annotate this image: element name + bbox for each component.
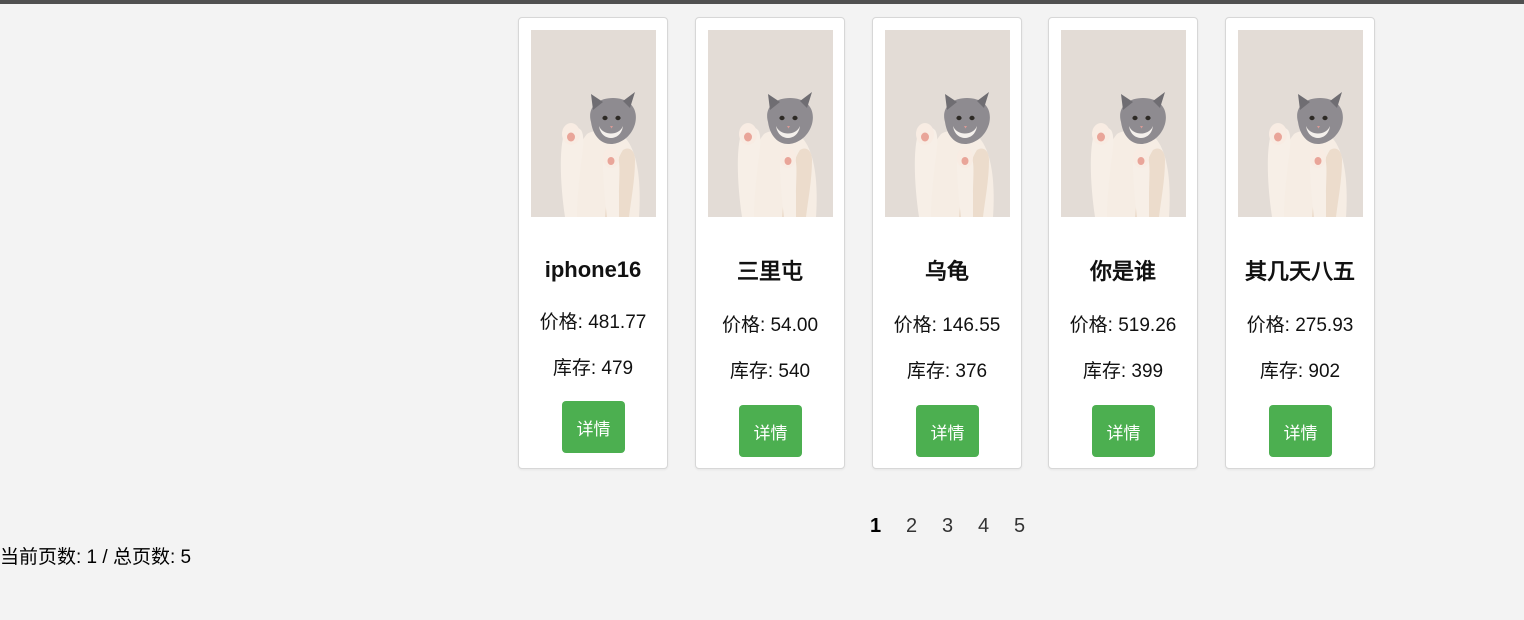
product-card: 三里屯 价格: 54.00 库存: 540 详情 — [695, 17, 845, 469]
product-name: 你是谁 — [1089, 259, 1156, 284]
product-name: 其几天八五 — [1244, 259, 1355, 284]
product-stock: 库存: 540 — [729, 361, 811, 382]
product-image — [1061, 30, 1186, 217]
product-card: 乌龟 价格: 146.55 库存: 376 详情 — [872, 17, 1022, 469]
product-card: 其几天八五 价格: 275.93 库存: 902 详情 — [1225, 17, 1375, 469]
product-name: 乌龟 — [924, 259, 969, 284]
page-link-4[interactable]: 4 — [978, 512, 989, 540]
page-info: 当前页数: 1 / 总页数: 5 — [0, 547, 192, 568]
product-card: iphone16 价格: 481.77 库存: 479 详情 — [518, 17, 668, 469]
detail-button[interactable]: 详情 — [1092, 405, 1155, 457]
page-link-1[interactable]: 1 — [870, 512, 881, 540]
product-list: iphone16 价格: 481.77 库存: 479 详情 三里屯 价格: 5… — [518, 17, 1378, 472]
detail-button[interactable]: 详情 — [916, 405, 979, 457]
page-link-2[interactable]: 2 — [906, 512, 917, 540]
product-price: 价格: 54.00 — [721, 315, 819, 336]
product-image — [531, 30, 656, 217]
product-name: iphone16 — [544, 257, 642, 282]
product-stock: 库存: 902 — [1259, 361, 1341, 382]
top-bar — [0, 0, 1524, 4]
detail-button[interactable]: 详情 — [1269, 405, 1332, 457]
product-image — [708, 30, 833, 217]
page-link-3[interactable]: 3 — [942, 512, 953, 540]
pagination: 1 2 3 4 5 — [860, 512, 1040, 540]
page-link-5[interactable]: 5 — [1014, 512, 1025, 540]
product-price: 价格: 275.93 — [1246, 315, 1354, 336]
product-stock: 库存: 479 — [552, 358, 634, 379]
product-price: 价格: 519.26 — [1069, 315, 1177, 336]
product-image — [1238, 30, 1363, 217]
detail-button[interactable]: 详情 — [739, 405, 802, 457]
product-stock: 库存: 376 — [906, 361, 988, 382]
detail-button[interactable]: 详情 — [562, 401, 625, 453]
product-price: 价格: 146.55 — [893, 315, 1001, 336]
product-price: 价格: 481.77 — [539, 312, 647, 333]
product-name: 三里屯 — [736, 259, 803, 284]
product-stock: 库存: 399 — [1082, 361, 1164, 382]
product-card: 你是谁 价格: 519.26 库存: 399 详情 — [1048, 17, 1198, 469]
product-image — [885, 30, 1010, 217]
